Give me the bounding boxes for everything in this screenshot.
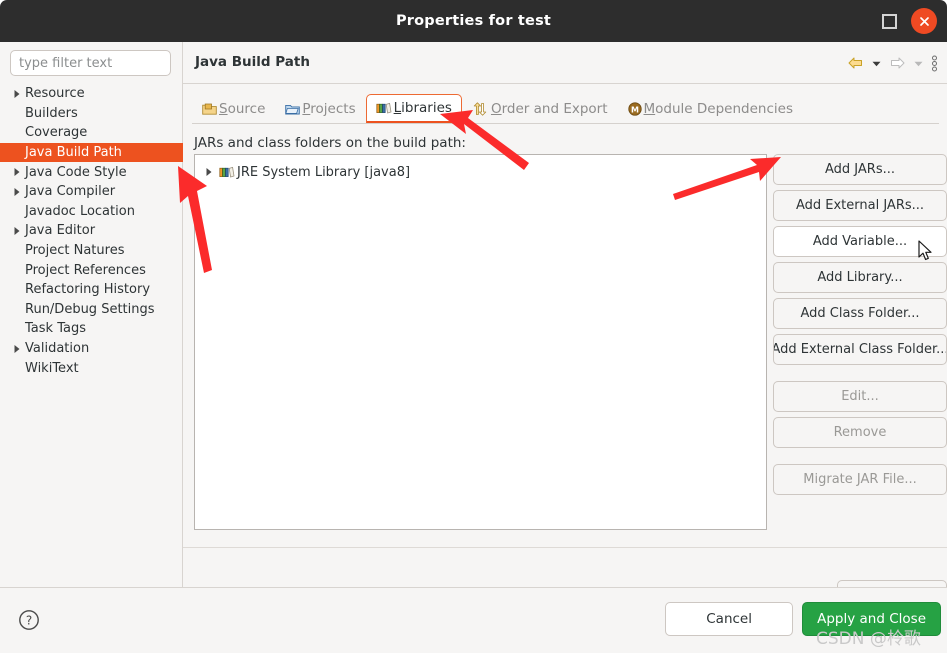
sidebar-item-label: Run/Debug Settings (25, 301, 155, 317)
dialog-footer: ? Cancel Apply and Close (0, 587, 947, 653)
add-external-class-folder-button[interactable]: Add External Class Folder... (773, 334, 947, 365)
add-library-button[interactable]: Add Library... (773, 262, 947, 293)
sidebar-item-label: Resource (25, 86, 85, 102)
sidebar-item-label: Validation (25, 341, 90, 357)
tab-source[interactable]: Source (192, 94, 275, 124)
cancel-button[interactable]: Cancel (665, 602, 794, 636)
tab-projects[interactable]: Projects (275, 94, 365, 124)
button-spacer (773, 448, 947, 464)
tab-libraries[interactable]: Libraries (365, 94, 462, 124)
add-class-folder-button[interactable]: Add Class Folder... (773, 298, 947, 329)
sidebar-item-label: Coverage (25, 125, 88, 141)
list-item-label: JRE System Library [java8] (237, 164, 411, 180)
tab-mnemonic: M (643, 101, 656, 117)
sidebar-item-validation[interactable]: Validation (0, 339, 183, 359)
libraries-books-icon (376, 101, 392, 115)
sidebar-item-java-compiler[interactable]: Java Compiler (0, 182, 183, 202)
sidebar-item-run-debug-settings[interactable]: Run/Debug Settings (0, 300, 183, 320)
project-folder-icon (285, 102, 301, 116)
sidebar-item-label: Java Compiler (25, 184, 116, 200)
list-item[interactable]: JRE System Library [java8] (195, 161, 766, 183)
tab-label: Module Dependencies (643, 101, 793, 117)
sidebar-item-javadoc-location[interactable]: Javadoc Location (0, 202, 183, 222)
tab-order-and-export[interactable]: Order and Export (462, 94, 618, 124)
expand-triangle-icon (9, 226, 25, 236)
dialog-body: Resource Builders Coverage Java Build Path J… (0, 42, 947, 611)
sidebar-item-label: Java Editor (25, 223, 96, 239)
sidebar-item-label: Project References (25, 262, 146, 278)
expand-triangle-icon (9, 89, 25, 99)
sidebar-item-label: Task Tags (25, 321, 86, 337)
sidebar-item-task-tags[interactable]: Task Tags (0, 319, 183, 339)
window-title: Properties for test (395, 13, 552, 29)
sidebar-item-wikitext[interactable]: WikiText (0, 358, 183, 378)
page-title: Java Build Path (195, 54, 310, 70)
help-question-icon[interactable]: ? (18, 609, 40, 631)
sidebar-item-resource[interactable]: Resource (0, 84, 183, 104)
tab-label: Order and Export (490, 101, 608, 117)
svg-text:?: ? (26, 614, 32, 628)
pane-separator (183, 547, 947, 548)
page-nav-tools (847, 42, 938, 84)
order-arrows-icon (472, 102, 489, 116)
page-header: Java Build Path (183, 42, 947, 84)
tab-mnemonic: S (219, 101, 228, 117)
tab-mnemonic: O (490, 101, 502, 117)
expand-triangle-icon[interactable] (201, 167, 217, 177)
sidebar-item-label: Java Build Path (25, 145, 122, 161)
sidebar-item-label: Refactoring History (25, 282, 151, 298)
settings-tree: Resource Builders Coverage Java Build Path J… (0, 84, 183, 378)
jars-list[interactable]: JRE System Library [java8] (194, 154, 767, 530)
window-titlebar: Properties for test (0, 0, 947, 42)
expand-triangle-icon (9, 167, 25, 177)
build-path-actions: Add JARs... Add External JARs... Add Varia… (773, 154, 947, 495)
vertical-dots-icon[interactable] (931, 55, 938, 72)
tab-underline (192, 123, 939, 124)
expand-triangle-icon (9, 187, 25, 197)
back-arrow-icon[interactable] (847, 56, 864, 70)
sidebar-item-builders[interactable]: Builders (0, 104, 183, 124)
build-path-tabs: Source Projects Libraries Order and Export M… (192, 92, 939, 124)
settings-sidebar: Resource Builders Coverage Java Build Path J… (0, 42, 183, 587)
remove-button: Remove (773, 417, 947, 448)
back-dropdown-chevron-down-icon[interactable] (871, 58, 882, 69)
maximize-icon[interactable] (882, 13, 897, 29)
csdn-watermark: CSDN @柃歌 (816, 629, 921, 649)
source-folder-icon (202, 102, 217, 116)
sidebar-item-label: Project Natures (25, 243, 125, 259)
add-jars-button[interactable]: Add JARs... (773, 154, 947, 185)
sidebar-item-coverage[interactable]: Coverage (0, 123, 183, 143)
sidebar-item-label: Javadoc Location (25, 203, 135, 219)
sidebar-item-project-natures[interactable]: Project Natures (0, 241, 183, 261)
sidebar-item-label: Java Code Style (25, 164, 127, 180)
module-circle-icon: M (627, 102, 642, 116)
forward-dropdown-chevron-down-icon[interactable] (913, 58, 924, 69)
sidebar-item-project-references[interactable]: Project References (0, 260, 183, 280)
sidebar-item-label: Builders (25, 105, 78, 121)
mouse-cursor (918, 240, 933, 262)
sidebar-item-java-code-style[interactable]: Java Code Style (0, 162, 183, 182)
forward-arrow-icon (889, 56, 906, 70)
close-button[interactable] (911, 8, 937, 34)
window-controls (882, 0, 937, 42)
add-external-jars-button[interactable]: Add External JARs... (773, 190, 947, 221)
tab-label: Libraries (393, 100, 452, 116)
sidebar-item-refactoring-history[interactable]: Refactoring History (0, 280, 183, 300)
jars-list-label: JARs and class folders on the build path… (194, 135, 466, 151)
jre-library-icon (217, 165, 237, 179)
tab-label: Source (219, 101, 266, 117)
button-spacer (773, 365, 947, 381)
expand-triangle-icon (9, 344, 25, 354)
sidebar-item-java-build-path[interactable]: Java Build Path (0, 142, 183, 163)
filter-input[interactable] (10, 50, 171, 76)
settings-page: Java Build Path Source Projects Librarie… (183, 42, 947, 611)
sidebar-item-label: WikiText (25, 360, 79, 376)
tab-module-dependencies[interactable]: M Module Dependencies (618, 94, 803, 124)
sidebar-item-java-editor[interactable]: Java Editor (0, 221, 183, 241)
tab-label: Projects (302, 101, 356, 117)
svg-text:M: M (631, 105, 639, 114)
migrate-jar-file-button: Migrate JAR File... (773, 464, 947, 495)
edit-button: Edit... (773, 381, 947, 412)
close-icon (918, 15, 931, 28)
